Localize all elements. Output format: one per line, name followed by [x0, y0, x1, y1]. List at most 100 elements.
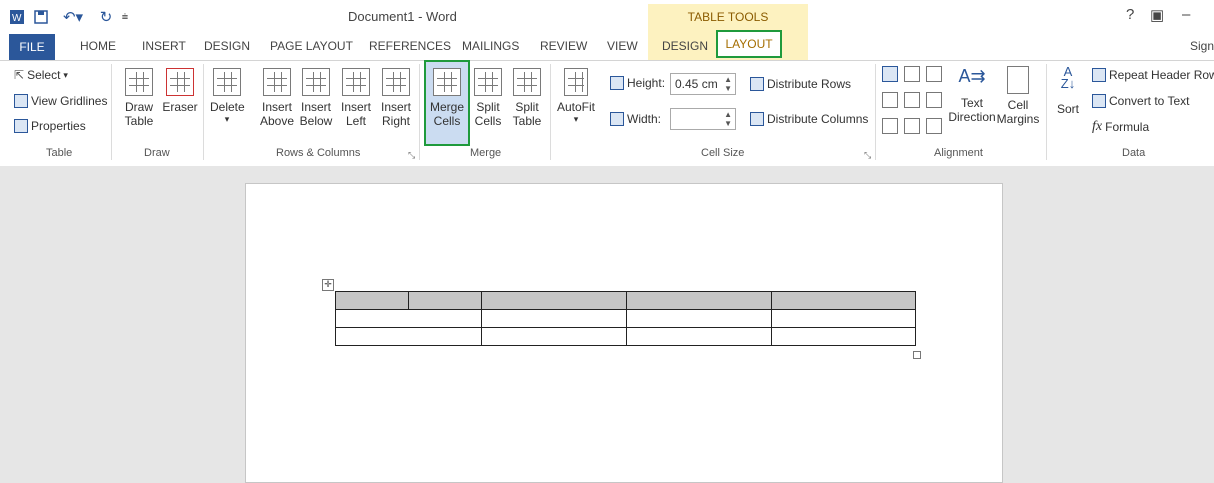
minimize-button[interactable]: – [1182, 6, 1190, 23]
distribute-columns-button[interactable]: Distribute Columns [750, 112, 868, 126]
spinner-icon[interactable]: ▲ ▼ [724, 75, 732, 93]
text-direction-button[interactable]: A⇉ Text Direction [944, 66, 1000, 124]
separator [875, 64, 876, 160]
split-cells-button[interactable]: Split Cells [472, 68, 504, 128]
formula-button[interactable]: fx Formula [1092, 119, 1149, 135]
formula-label: Formula [1105, 120, 1150, 134]
insert-right-label-1: Insert [380, 100, 411, 114]
table-cell[interactable] [481, 291, 627, 310]
insert-below-icon [302, 68, 330, 96]
delete-button[interactable]: Delete ▾ [210, 68, 245, 125]
spinner-icon[interactable]: ▲ ▼ [724, 110, 732, 128]
align-center-left-icon[interactable] [882, 92, 898, 108]
eraser-icon [166, 68, 194, 96]
merge-cells-button[interactable]: Merge Cells [426, 68, 468, 128]
align-top-right-icon[interactable] [926, 66, 942, 82]
align-top-center-icon[interactable] [904, 66, 920, 82]
table-cell[interactable] [626, 327, 772, 346]
table-cell[interactable] [408, 291, 482, 310]
draw-table-label-2: Table [124, 114, 154, 128]
sort-button[interactable]: A Z↓ Sort [1054, 65, 1082, 116]
dropdown-arrow-icon: ▾ [224, 114, 230, 124]
formula-icon: fx [1092, 119, 1103, 134]
table-cell[interactable] [335, 327, 482, 346]
eraser-button[interactable]: Eraser [162, 68, 198, 114]
align-bottom-center-icon[interactable] [904, 118, 920, 134]
text-direction-label-2: Direction [948, 110, 996, 124]
height-input[interactable]: 0.45 cm ▲ ▼ [670, 73, 736, 95]
autofit-button[interactable]: AutoFit ▾ [556, 68, 596, 125]
table-cell[interactable] [771, 327, 916, 346]
document-title: Document1 - Word [348, 9, 457, 24]
row-height-icon [610, 76, 624, 90]
split-table-button[interactable]: Split Table [510, 68, 544, 128]
width-input[interactable]: ▲ ▼ [670, 108, 736, 130]
tab-home[interactable]: HOME [80, 39, 116, 53]
table-cell[interactable] [771, 291, 916, 310]
insert-below-label-1: Insert [300, 100, 331, 114]
redo-icon[interactable]: ↻ [96, 8, 116, 26]
text-direction-label-1: Text [960, 96, 983, 110]
tab-file[interactable]: FILE [9, 34, 55, 60]
dropdown-arrow-icon: ▾ [63, 69, 68, 80]
text-direction-icon: A⇉ [958, 66, 986, 86]
svg-text:W: W [12, 13, 22, 24]
help-button[interactable]: ? [1126, 6, 1134, 23]
sign-in-link[interactable]: Sign [1190, 39, 1214, 53]
document-table[interactable] [335, 291, 916, 346]
align-bottom-right-icon[interactable] [926, 118, 942, 134]
tab-design[interactable]: DESIGN [204, 39, 250, 53]
insert-above-button[interactable]: Insert Above [259, 68, 295, 128]
qat-customize-icon[interactable]: ⩧ [118, 8, 132, 26]
distribute-rows-button[interactable]: Distribute Rows [750, 77, 851, 91]
view-gridlines-label: View Gridlines [31, 94, 108, 108]
align-bottom-left-icon[interactable] [882, 118, 898, 134]
draw-group-label: Draw [144, 147, 170, 159]
tab-review[interactable]: REVIEW [540, 39, 587, 53]
insert-right-button[interactable]: Insert Right [380, 68, 412, 128]
view-gridlines-button[interactable]: View Gridlines [14, 94, 107, 108]
repeat-header-icon [1092, 68, 1106, 82]
repeat-header-rows-button[interactable]: Repeat Header Rows [1092, 68, 1214, 82]
undo-icon[interactable]: ↶▾ [58, 8, 88, 26]
rows-columns-launcher-icon[interactable]: ⤡ [408, 150, 415, 161]
tab-references[interactable]: REFERENCES [369, 39, 451, 53]
column-width-icon [610, 112, 624, 126]
insert-below-label-2: Below [299, 114, 333, 128]
tab-table-layout[interactable]: LAYOUT [716, 30, 782, 58]
table-cell[interactable] [481, 327, 627, 346]
table-cell[interactable] [626, 291, 772, 310]
cell-size-launcher-icon[interactable]: ⤡ [864, 150, 871, 161]
convert-to-text-button[interactable]: Convert to Text [1092, 94, 1189, 108]
table-cell[interactable] [335, 309, 482, 328]
table-cell[interactable] [771, 309, 916, 328]
table-row [335, 309, 916, 328]
sort-label: Sort [1056, 102, 1079, 116]
insert-below-button[interactable]: Insert Below [298, 68, 334, 128]
align-center-icon[interactable] [904, 92, 920, 108]
height-label: Height: [627, 76, 666, 90]
table-cell[interactable] [335, 291, 409, 310]
word-logo-icon: W [8, 8, 26, 26]
tab-page-layout[interactable]: PAGE LAYOUT [270, 39, 353, 53]
draw-table-button[interactable]: Draw Table [124, 68, 154, 128]
tab-insert[interactable]: INSERT [142, 39, 186, 53]
table-cell[interactable] [481, 309, 627, 328]
align-top-left-icon[interactable] [882, 66, 898, 82]
align-center-right-icon[interactable] [926, 92, 942, 108]
cell-margins-button[interactable]: Cell Margins [996, 66, 1040, 126]
properties-button[interactable]: Properties [14, 119, 86, 133]
properties-icon [14, 119, 28, 133]
table-resize-handle[interactable] [913, 351, 921, 359]
tab-mailings[interactable]: MAILINGS [462, 39, 519, 53]
table-cell[interactable] [626, 309, 772, 328]
save-icon[interactable] [32, 8, 50, 26]
split-cells-label-1: Split [476, 100, 500, 114]
ribbon-display-button[interactable]: ▣ [1150, 6, 1164, 24]
tab-view[interactable]: VIEW [607, 39, 638, 53]
tab-table-design[interactable]: DESIGN [662, 39, 708, 53]
table-move-handle-icon[interactable]: ✛ [322, 279, 334, 291]
alignment-group-label: Alignment [934, 147, 983, 159]
select-button[interactable]: ⇱ Select ▾ [14, 68, 68, 82]
insert-left-button[interactable]: Insert Left [340, 68, 372, 128]
